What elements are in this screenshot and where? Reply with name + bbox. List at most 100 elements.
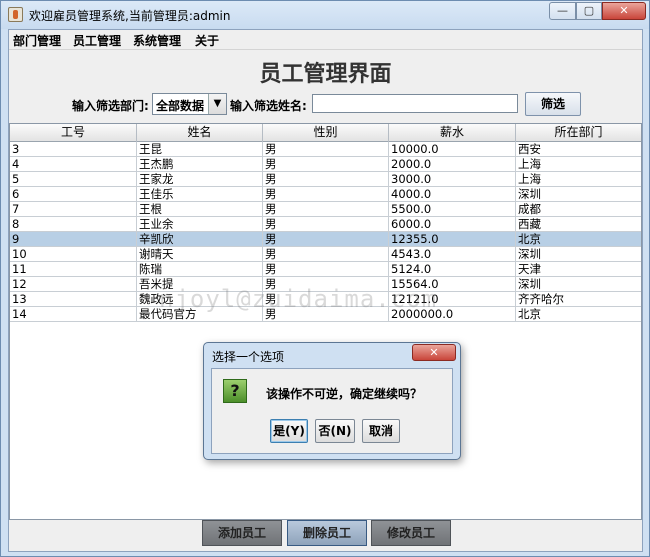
main-window: 欢迎雇员管理系统,当前管理员:admin — ▢ ✕ 部门管理 员工管理 系统管… — [0, 0, 650, 557]
cell-salary: 5124.0 — [389, 262, 516, 277]
cell-name: 王佳乐 — [137, 187, 263, 202]
cell-salary: 10000.0 — [389, 142, 516, 157]
window-title: 欢迎雇员管理系统,当前管理员:admin — [29, 9, 231, 23]
cell-id: 8 — [10, 217, 137, 232]
name-filter-label: 输入筛选姓名: — [230, 99, 307, 113]
cell-gender: 男 — [263, 217, 389, 232]
cell-name: 王昆 — [137, 142, 263, 157]
menu-employee[interactable]: 员工管理 — [73, 32, 121, 49]
yes-button[interactable]: 是(Y) — [270, 419, 308, 443]
close-button[interactable]: ✕ — [602, 2, 646, 20]
menu-system[interactable]: 系统管理 — [133, 32, 181, 49]
cell-salary: 12355.0 — [389, 232, 516, 247]
cell-salary: 2000.0 — [389, 157, 516, 172]
cell-gender: 男 — [263, 187, 389, 202]
cell-name: 王根 — [137, 202, 263, 217]
cell-department: 深圳 — [518, 247, 541, 261]
cell-id: 5 — [10, 172, 137, 187]
dialog-message: 该操作不可逆，确定继续吗？ — [266, 387, 423, 401]
table-row[interactable]: 11 陈瑞男 5124.0 天津 — [10, 262, 641, 277]
dialog-body: ? 该操作不可逆，确定继续吗？ 是(Y) 否(N) 取消 — [211, 368, 453, 454]
dept-filter-value: 全部数据 — [156, 99, 205, 113]
cell-gender: 男 — [263, 172, 389, 187]
cell-gender: 男 — [263, 157, 389, 172]
delete-employee-button[interactable]: 删除员工 — [287, 520, 367, 546]
cell-gender: 男 — [263, 262, 389, 277]
cell-department: 成都 — [518, 202, 541, 216]
cell-department: 深圳 — [518, 187, 541, 201]
chevron-down-icon[interactable]: ▼ — [208, 94, 226, 114]
cell-name: 谢晴天 — [137, 247, 263, 262]
cell-department: 深圳 — [518, 277, 541, 291]
cell-id: 14 — [10, 307, 137, 322]
cell-salary: 4543.0 — [389, 247, 516, 262]
edit-employee-button[interactable]: 修改员工 — [371, 520, 451, 546]
client-area: 部门管理 员工管理 系统管理 关于 员工管理界面 输入筛选部门: 全部数据 ▼ … — [8, 29, 643, 552]
confirm-dialog: 选择一个选项 ✕ ? 该操作不可逆，确定继续吗？ 是(Y) 否(N) 取消 — [203, 342, 461, 460]
title-bar[interactable]: 欢迎雇员管理系统,当前管理员:admin — ▢ ✕ — [1, 1, 649, 29]
cell-gender: 男 — [263, 232, 389, 247]
menu-about[interactable]: 关于 — [195, 32, 219, 49]
table-row[interactable]: 10 谢晴天男 4543.0 深圳 — [10, 247, 641, 262]
table-row[interactable]: 8 王业余男 6000.0 西藏 — [10, 217, 641, 232]
cell-id: 10 — [10, 247, 137, 262]
cell-department: 齐齐哈尔 — [518, 292, 564, 306]
cell-salary: 5500.0 — [389, 202, 516, 217]
cancel-button[interactable]: 取消 — [362, 419, 400, 443]
employee-table: 工号 姓名 性别 薪水 所在部门 3 王昆男 10000.0 西安 4 王杰鹏男 2000.… — [9, 123, 642, 520]
minimize-button[interactable]: — — [549, 2, 576, 20]
table-row[interactable]: 3 王昆男 10000.0 西安 — [10, 142, 641, 157]
menu-department[interactable]: 部门管理 — [13, 32, 61, 49]
table-row[interactable]: 6 王佳乐男 4000.0 深圳 — [10, 187, 641, 202]
dialog-close-button[interactable]: ✕ — [412, 344, 456, 361]
cell-id: 6 — [10, 187, 137, 202]
cell-gender: 男 — [263, 202, 389, 217]
cell-salary: 3000.0 — [389, 172, 516, 187]
cell-id: 7 — [10, 202, 137, 217]
column-header-department[interactable]: 所在部门 — [516, 124, 641, 142]
cell-name: 王杰鹏 — [137, 157, 263, 172]
cell-salary: 6000.0 — [389, 217, 516, 232]
cell-department: 西藏 — [518, 217, 541, 231]
cell-department: 北京 — [518, 232, 541, 246]
column-header-name[interactable]: 姓名 — [137, 124, 263, 142]
cell-name: 辛凯欣 — [137, 232, 263, 247]
column-header-salary[interactable]: 薪水 — [389, 124, 516, 142]
menu-bar: 部门管理 员工管理 系统管理 关于 — [9, 30, 642, 50]
cell-department: 上海 — [518, 157, 541, 171]
cell-department: 天津 — [518, 262, 541, 276]
action-bar: 添加员工 删除员工 修改员工 — [9, 520, 642, 551]
table-row[interactable]: 5 王家龙男 3000.0 上海 — [10, 172, 641, 187]
column-header-gender[interactable]: 性别 — [263, 124, 389, 142]
cell-id: 3 — [10, 142, 137, 157]
cell-department: 上海 — [518, 172, 541, 186]
cell-department: 北京 — [518, 307, 541, 321]
maximize-button[interactable]: ▢ — [576, 2, 602, 20]
table-row[interactable]: 7 王根男 5500.0 成都 — [10, 202, 641, 217]
cell-name: 王家龙 — [137, 172, 263, 187]
dept-filter-select[interactable]: 全部数据 ▼ — [152, 93, 227, 115]
dialog-title: 选择一个选项 — [212, 350, 285, 364]
java-app-icon — [8, 7, 23, 22]
cell-id: 13 — [10, 292, 137, 307]
dept-filter-label: 输入筛选部门: — [72, 99, 149, 113]
cell-gender: 男 — [263, 247, 389, 262]
add-employee-button[interactable]: 添加员工 — [202, 520, 282, 546]
cell-id: 12 — [10, 277, 137, 292]
cell-id: 4 — [10, 157, 137, 172]
cell-id: 11 — [10, 262, 137, 277]
question-icon: ? — [223, 379, 247, 403]
table-row[interactable]: 9 辛凯欣男 12355.0 北京 — [10, 232, 641, 247]
watermark-text: njoyl@zuidaima.com — [159, 285, 438, 313]
name-filter-input[interactable] — [312, 94, 518, 113]
no-button[interactable]: 否(N) — [315, 419, 355, 443]
page-title: 员工管理界面 — [259, 61, 392, 87]
filter-button[interactable]: 筛选 — [525, 92, 581, 116]
cell-department: 西安 — [518, 142, 541, 156]
cell-id: 9 — [10, 232, 137, 247]
table-header: 工号 姓名 性别 薪水 所在部门 — [10, 124, 641, 142]
cell-gender: 男 — [263, 142, 389, 157]
cell-name: 王业余 — [137, 217, 263, 232]
column-header-id[interactable]: 工号 — [10, 124, 137, 142]
table-row[interactable]: 4 王杰鹏男 2000.0 上海 — [10, 157, 641, 172]
